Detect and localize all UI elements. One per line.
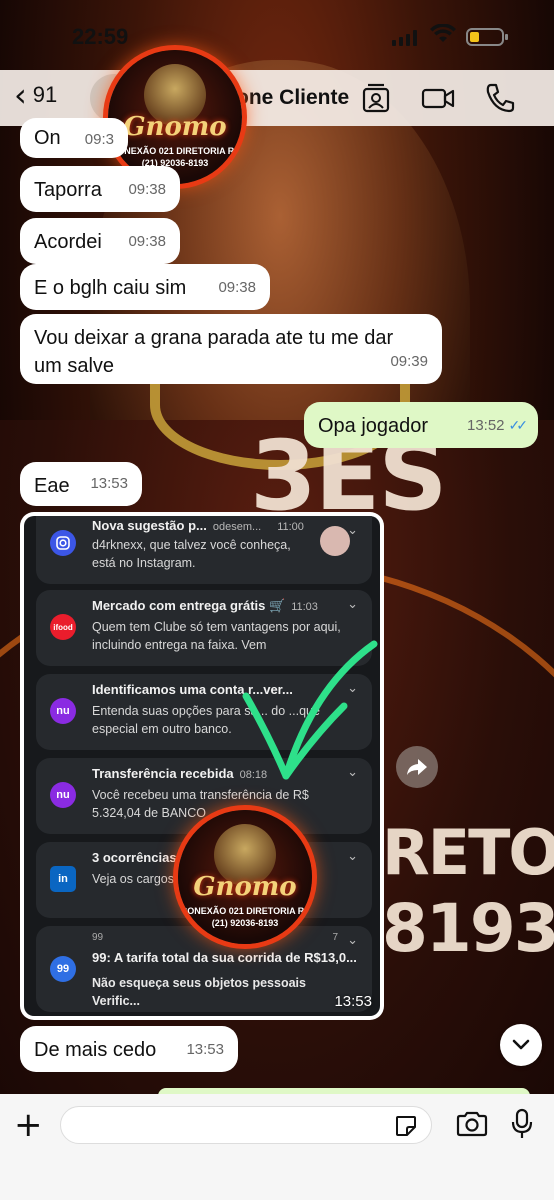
camera-icon[interactable] [455,1110,489,1138]
status-time: 22:59 [72,24,129,49]
message-in[interactable]: De mais cedo 13:53 [20,1026,238,1072]
linkedin-icon: in [50,866,76,892]
notification-body: d4rknexx, que talvez você conheça, está … [92,538,291,570]
gnomo-logo: Gnomo CONEXÃO 021 DIRETORIA RJ (21) 9203… [108,50,242,184]
microphone-icon[interactable] [510,1108,534,1140]
chevron-down-icon: ⌄ [347,596,358,611]
message-input[interactable] [60,1106,432,1144]
message-time: 09:38 [218,279,256,296]
notification-body: Não esqueça seus objetos pessoais Verifi… [92,976,306,1008]
instagram-icon [50,530,76,556]
message-text: Opa jogador [318,415,429,437]
message-out[interactable]: Opa jogador 13:52 ✓✓ [304,402,538,448]
notification-app-name: 99 [92,932,104,943]
message-in[interactable]: Vou deixar a grana parada ate tu me dar … [20,314,442,384]
notification-count: 7 [332,932,338,943]
logo-brand: Gnomo [123,112,227,142]
message-meta: 13:52 ✓✓ [466,411,529,440]
message-in[interactable]: Eae 13:53 [20,462,142,506]
battery-icon [466,28,508,46]
nubank-icon: nu [50,698,76,724]
notification-title: 99: A tarifa total da sua corrida de R$1… [92,950,357,965]
message-text: Vou deixar a grana parada ate tu me dar … [34,327,394,377]
chevron-down-icon: ⌄ [347,932,358,947]
cellular-signal-icon [392,30,418,46]
nubank-icon: nu [50,782,76,808]
phone-call-icon[interactable] [482,80,518,116]
ifood-icon: ifood [50,614,76,640]
scroll-to-bottom-button[interactable] [500,1024,542,1066]
message-composer: + [0,1094,554,1200]
message-time: 13:53 [186,1041,224,1058]
image-message[interactable]: Nova sugestão p... odesem... 11:00 d4rknex… [20,512,384,1020]
logo-brand: Gnomo [193,872,297,902]
status-bar: 22:59 [0,0,554,70]
notification-screenshot: Nova sugestão p... odesem... 11:00 d4rknex… [24,516,380,1016]
wifi-icon [430,24,456,42]
read-receipt-icon: ✓✓ [508,417,529,433]
chevron-down-icon: ⌄ [347,848,358,863]
message-time: 09:39 [390,353,428,370]
message-time: 09:3 [84,131,114,148]
sticker-icon[interactable] [394,1114,418,1138]
chevron-down-icon [512,1039,530,1050]
back-button[interactable]: ‹ 91 [14,76,58,114]
message-in[interactable]: Taporra 09:38 [20,166,180,212]
message-text: On [34,127,61,149]
logo-line-1: CONEXÃO 021 DIRETORIA RJ [180,906,310,916]
message-in[interactable]: E o bglh caiu sim 09:38 [20,264,270,310]
notification-title: Mercado com entrega grátis 🛒 11:03 [92,598,318,613]
message-time: 13:53 [334,993,372,1010]
attach-plus-icon[interactable]: + [14,1108,43,1142]
message-time: 13:52 [466,417,505,434]
chevron-down-icon: ⌄ [347,522,358,537]
chevron-left-icon: ‹ [14,76,27,114]
message-time: 09:38 [128,233,166,250]
message-text: E o bglh caiu sim [34,277,187,299]
message-text: Taporra [34,179,102,201]
green-arrow-annotation [242,640,378,780]
logo-line-1: CONEXÃO 021 DIRETORIA RJ [110,146,240,156]
forward-button[interactable] [396,746,438,788]
message-in[interactable]: On 09:3 [20,118,128,158]
unread-count: 91 [32,82,58,107]
99-icon: 99 [50,956,76,982]
contact-name[interactable]: one Cliente [236,86,349,110]
message-time: 13:53 [90,475,128,492]
message-in[interactable]: Acordei 09:38 [20,218,180,264]
logo-line-2: (21) 92036-8193 [211,918,279,928]
forward-icon [407,759,427,775]
notification-title: Nova sugestão p... odesem... 11:00 [92,518,304,533]
contact-card-icon[interactable] [358,80,394,116]
notification-card: Nova sugestão p... odesem... 11:00 d4rknex… [36,516,372,584]
message-time: 09:38 [128,181,166,198]
message-text: Acordei [34,231,102,253]
message-text: Eae [34,475,70,497]
notification-avatar [320,526,350,556]
notification-card: 99 7 99 99: A tarifa total da sua corrid… [36,926,372,1012]
video-call-icon[interactable] [420,80,456,116]
gnomo-logo-watermark: Gnomo CONEXÃO 021 DIRETORIA RJ (21) 9203… [178,810,312,944]
message-text: De mais cedo [34,1039,157,1061]
